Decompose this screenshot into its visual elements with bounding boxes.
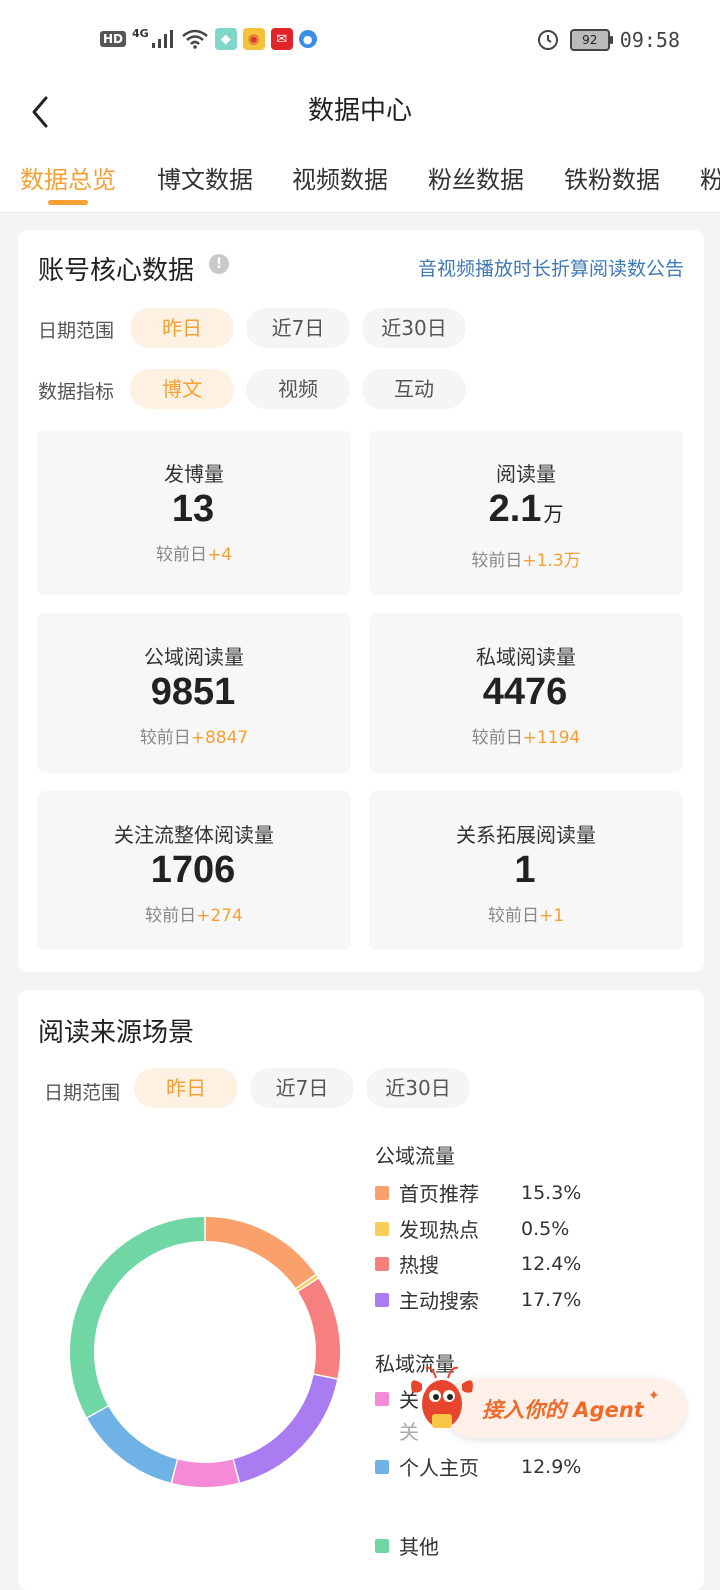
wifi-icon: [181, 29, 208, 49]
donut-slice-0: [205, 1217, 316, 1289]
page-title: 数据中心: [307, 96, 412, 126]
source-date-yesterday-pill[interactable]: 昨日: [134, 1068, 238, 1108]
stat-tile-relation-reads[interactable]: 关系拓展阅读量 1 较前日+1: [369, 791, 683, 950]
hd-badge: HD: [100, 31, 127, 47]
tab-iron-fans-data[interactable]: 铁粉数据: [564, 160, 660, 195]
stat-tile-reads[interactable]: 阅读量 2.1 万 较前日+1.3万: [369, 430, 683, 595]
legend-swatch: [375, 1185, 389, 1200]
stat-compare: 较前日+1194: [471, 728, 581, 748]
stat-value: 1: [514, 849, 536, 891]
legend-item-other: 其他: [375, 1531, 439, 1560]
lobster-mascot-icon: [411, 1366, 473, 1428]
metric-video-pill[interactable]: 视频: [246, 369, 350, 409]
info-icon[interactable]: !: [209, 254, 229, 274]
legend-swatch: [375, 1391, 389, 1406]
stat-value: 9851: [150, 671, 236, 713]
tab-bar: 数据总览 博文数据 视频数据 粉丝数据 铁粉数据 粉: [0, 140, 720, 213]
status-bar: HD 4G ◆ ◉ ✉ ● 92 09:58: [0, 0, 720, 80]
donut-slice-6: [70, 1217, 205, 1418]
source-date-range-label: 日期范围: [44, 1082, 121, 1104]
date-7d-pill[interactable]: 近7日: [246, 308, 350, 348]
stat-tile-follow-feed-reads[interactable]: 关注流整体阅读量 1706 较前日+274: [37, 791, 351, 950]
clock: 09:58: [619, 28, 680, 52]
status-bar-right: 92 09:58: [536, 28, 680, 52]
metric-label: 数据指标: [38, 381, 115, 403]
status-bar-left: HD 4G ◆ ◉ ✉ ●: [100, 26, 317, 50]
donut-slice-2: [298, 1278, 340, 1379]
weibo-icon: ◉: [242, 28, 265, 50]
stat-compare: 较前日+1.3万: [471, 551, 581, 571]
tab-more[interactable]: 粉: [700, 160, 720, 195]
playback-notice-link[interactable]: 音视频播放时长折算阅读数公告: [418, 254, 684, 281]
sparkle-icon: ✦: [648, 1388, 660, 1404]
stat-label: 私域阅读量: [476, 645, 576, 669]
stat-compare: 较前日+274: [145, 906, 243, 926]
stat-label: 发博量: [164, 462, 224, 486]
app-red-icon: ✉: [270, 28, 293, 50]
core-data-card: 账号核心数据 ! 音视频播放时长折算阅读数公告 日期范围 昨日 近7日 近30日…: [18, 230, 704, 972]
legend-swatch: [375, 1538, 389, 1553]
metric-post-pill[interactable]: 博文: [130, 369, 234, 409]
stat-value: 2.1 万: [488, 488, 564, 530]
legend-item-profile: 个人主页 12.9%: [375, 1452, 581, 1481]
stat-value: 4476: [482, 671, 568, 713]
alarm-icon: [537, 30, 558, 50]
date-range-label: 日期范围: [38, 320, 115, 342]
legend-item-hot-search: 热搜 12.4%: [375, 1249, 581, 1278]
tab-video-data[interactable]: 视频数据: [292, 160, 388, 195]
legend-item-discover-hot: 发现热点 0.5%: [375, 1214, 569, 1243]
app-notification-icon: ◆: [214, 28, 237, 50]
stat-tile-posts[interactable]: 发博量 13 较前日+4: [37, 430, 351, 595]
tab-fans-data[interactable]: 粉丝数据: [428, 160, 524, 195]
stat-tile-private-reads[interactable]: 私域阅读量 4476 较前日+1194: [369, 613, 683, 773]
stat-value: 13: [171, 488, 215, 530]
stat-label: 关系拓展阅读量: [456, 823, 596, 847]
donut-slice-5: [87, 1406, 178, 1483]
stat-compare: 较前日+4: [155, 545, 233, 565]
stat-value: 1706: [150, 849, 236, 891]
source-date-30d-pill[interactable]: 近30日: [366, 1068, 470, 1108]
read-source-card: 阅读来源场景 日期范围 昨日 近7日 近30日 公域流量 首页推荐 15.3% 发…: [18, 990, 704, 1590]
app-blue-icon: ●: [298, 30, 317, 48]
source-date-7d-pill[interactable]: 近7日: [250, 1068, 354, 1108]
legend-item-active-search: 主动搜索 17.7%: [375, 1285, 581, 1314]
legend-swatch: [375, 1292, 389, 1307]
stat-compare: 较前日+8847: [139, 728, 249, 748]
legend-swatch: [375, 1459, 389, 1474]
stat-label: 公域阅读量: [144, 645, 244, 669]
date-30d-pill[interactable]: 近30日: [362, 308, 466, 348]
stat-label: 阅读量: [496, 462, 556, 486]
network-type: 4G: [132, 26, 149, 40]
stat-label: 关注流整体阅读量: [114, 823, 274, 847]
read-source-title: 阅读来源场景: [38, 1018, 195, 1048]
tab-post-data[interactable]: 博文数据: [157, 160, 253, 195]
stat-tile-public-reads[interactable]: 公域阅读量 9851 较前日+8847: [37, 613, 351, 773]
tab-overview[interactable]: 数据总览: [20, 160, 116, 195]
active-tab-indicator: [48, 200, 88, 205]
agent-floating-button[interactable]: 接入你的 Agent ✦: [404, 1364, 688, 1444]
legend-public-heading: 公域流量: [375, 1144, 455, 1168]
signal-icon: [151, 30, 173, 48]
core-data-title: 账号核心数据: [38, 256, 195, 286]
donut-slice-1: [296, 1275, 318, 1291]
legend-swatch: [375, 1256, 389, 1271]
battery-icon: 92: [569, 29, 613, 51]
legend-item-home-recommend: 首页推荐 15.3%: [375, 1178, 581, 1207]
date-yesterday-pill[interactable]: 昨日: [130, 308, 234, 348]
agent-label: 接入你的 Agent: [482, 1398, 644, 1422]
donut-slice-4: [172, 1459, 239, 1487]
read-source-donut-chart: [70, 1217, 340, 1487]
stat-compare: 较前日+1: [487, 906, 565, 926]
legend-swatch: [375, 1221, 389, 1236]
app-header: 数据中心: [0, 80, 720, 140]
donut-slice-3: [233, 1374, 338, 1483]
metric-interaction-pill[interactable]: 互动: [362, 369, 466, 409]
